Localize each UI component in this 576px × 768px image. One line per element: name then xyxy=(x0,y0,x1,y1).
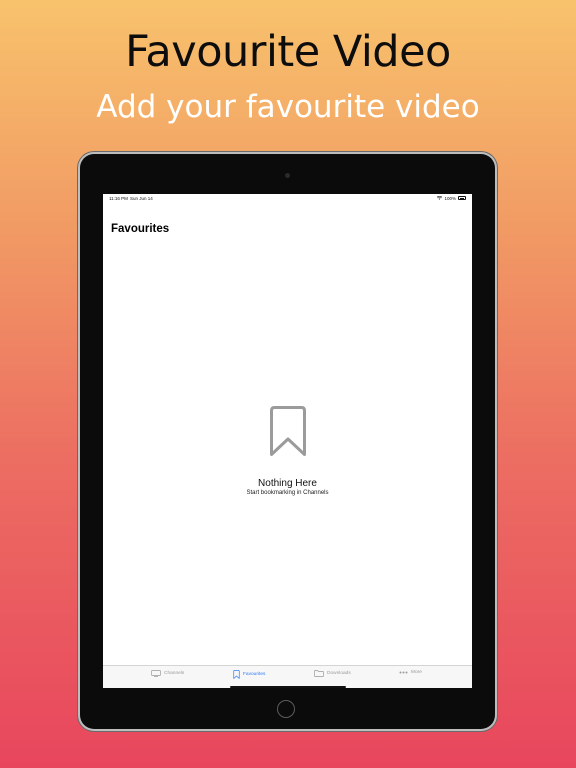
folder-icon xyxy=(314,670,324,677)
tv-icon xyxy=(151,670,161,677)
empty-state-subtitle: Start bookmarking in Channels xyxy=(246,490,329,496)
tab-bar: Channels Favourites Downloads More xyxy=(103,665,472,688)
bookmark-icon xyxy=(233,670,240,679)
bookmark-icon xyxy=(269,406,306,456)
tab-channels-label: Channels xyxy=(164,671,185,676)
battery-icon xyxy=(458,196,466,200)
tab-favourites[interactable]: Favourites xyxy=(233,670,265,679)
tab-channels[interactable]: Channels xyxy=(151,670,184,677)
empty-state-title: Nothing Here xyxy=(258,478,317,489)
home-indicator[interactable] xyxy=(230,685,346,688)
tab-downloads-label: Downloads xyxy=(327,671,351,676)
tab-favourites-label: Favourites xyxy=(243,672,266,677)
tab-more[interactable]: More xyxy=(399,670,422,675)
camera-icon xyxy=(285,173,290,178)
status-time: 11:16 PM xyxy=(109,196,128,201)
app-screen: 11:16 PM Sun Jun 14 100% Favourites Noth… xyxy=(103,194,472,688)
home-button[interactable] xyxy=(277,700,295,718)
tab-downloads[interactable]: Downloads xyxy=(314,670,351,677)
tab-more-label: More xyxy=(411,670,422,675)
marketing-title: Favourite Video xyxy=(125,27,451,77)
marketing-subtitle: Add your favourite video xyxy=(96,89,480,125)
more-icon xyxy=(399,671,408,674)
status-date: Sun Jun 14 xyxy=(130,196,153,201)
empty-state: Nothing Here Start bookmarking in Channe… xyxy=(103,406,472,496)
status-bar: 11:16 PM Sun Jun 14 100% xyxy=(103,194,472,203)
wifi-icon xyxy=(437,196,443,200)
battery-percent: 100% xyxy=(444,195,456,201)
page-title: Favourites xyxy=(111,223,170,235)
tablet-frame: 11:16 PM Sun Jun 14 100% Favourites Noth… xyxy=(80,154,495,729)
status-indicators: 100% xyxy=(437,196,466,201)
